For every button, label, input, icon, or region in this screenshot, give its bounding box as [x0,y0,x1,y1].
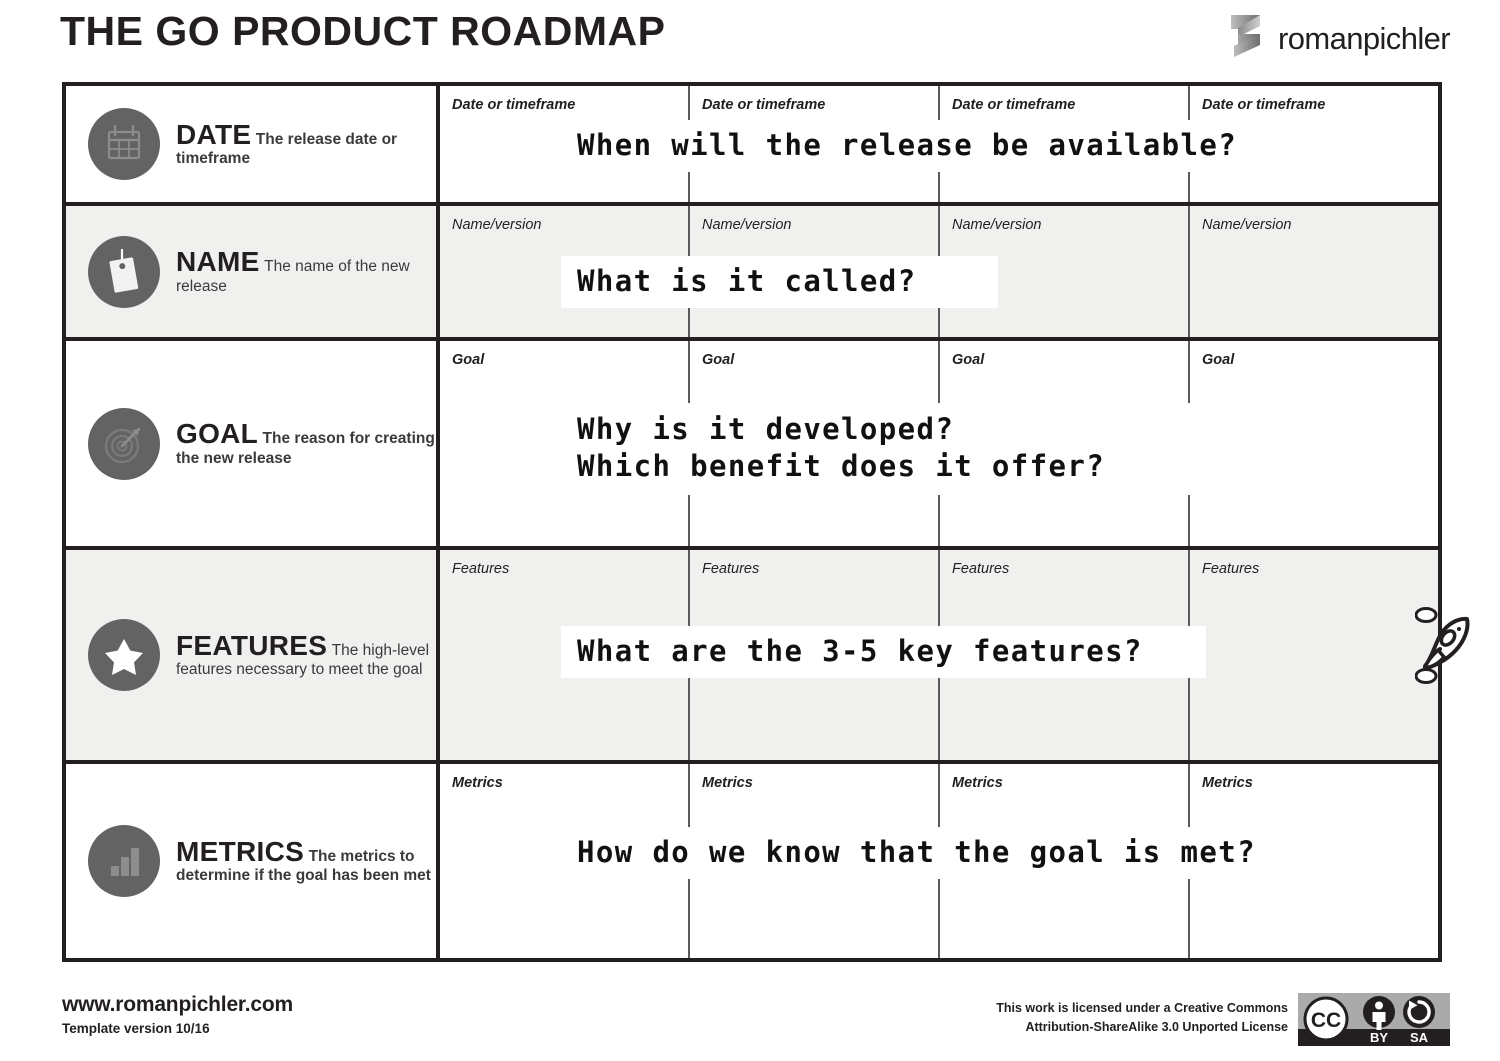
question-line: When will the release be available? [577,127,1238,162]
license-line-2: Attribution-ShareAlike 3.0 Unported Lice… [1025,1020,1288,1035]
page-title: THE GO PRODUCT ROADMAP [60,8,666,54]
rocket-doodle-icon [1414,598,1475,693]
footer-template-version: Template version 10/16 [62,1021,210,1036]
license-text: This work is licensed under a Creative C… [996,999,1288,1038]
row-title-date: DATE [176,118,252,150]
question-overlay-metrics: How do we know that the goal is met? [561,827,1319,879]
cell-placeholder: Goal [952,352,985,368]
cell-placeholder: Date or timeframe [952,97,1076,113]
cell-placeholder: Features [952,561,1010,577]
cell-placeholder: Metrics [1202,775,1253,791]
row-label-goal: GOAL The reason for creating the new rel… [66,341,440,546]
brand-logo: romanpichler [1226,12,1451,65]
question-line: Which benefit does it offer? [577,449,1106,483]
row-title-name: NAME [176,246,260,278]
cell-placeholder: Metrics [702,775,753,791]
row-label-name: NAME The name of the new release [66,206,440,337]
cell-placeholder: Goal [452,352,485,368]
tag-icon [88,235,160,308]
target-icon [88,407,160,480]
footer-website[interactable]: www.romanpichler.com [62,993,293,1017]
creative-commons-badge[interactable]: CC BY SA [1298,993,1450,1046]
cell-placeholder: Goal [1202,352,1235,368]
cell-placeholder: Name/version [702,217,792,233]
row-label-features: FEATURES The high-level features necessa… [66,550,440,760]
cell-placeholder: Features [1202,561,1260,577]
roadmap-poster: THE GO PRODUCT ROADMAP romanpichler DATE… [0,0,1500,1061]
cell-placeholder: Date or timeframe [452,97,576,113]
question-overlay-goal: Why is it developed? Which benefit does … [561,403,1281,495]
cell-placeholder: Metrics [952,775,1003,791]
bar-chart-icon [88,825,160,897]
cell-name-4[interactable]: Name/version [1190,206,1438,337]
row-title-features: FEATURES [176,629,328,661]
svg-text:CC: CC [1311,1009,1341,1032]
cell-placeholder: Name/version [452,217,542,233]
star-icon [88,619,160,691]
question-line: How do we know that the goal is met? [577,834,1256,869]
cell-placeholder: Metrics [452,775,503,791]
cell-placeholder: Goal [702,352,735,368]
question-overlay-name: What is it called? [561,256,998,308]
row-title-metrics: METRICS [176,835,305,867]
zigzag-ribbon-logo-icon [1226,12,1268,65]
question-overlay-date: When will the release be available? [561,120,1340,172]
row-label-metrics: METRICS The metrics to determine if the … [66,764,440,958]
cc-sa-label: SA [1410,1030,1429,1045]
cell-placeholder: Features [452,561,510,577]
cc-by-label: BY [1370,1030,1388,1045]
question-line: What are the 3-5 key features? [577,633,1143,668]
cell-placeholder: Date or timeframe [702,97,826,113]
cell-placeholder: Name/version [952,217,1042,233]
license-line-1: This work is licensed under a Creative C… [996,1001,1288,1015]
row-title-goal: GOAL [176,418,259,450]
row-label-date: DATE The release date or timeframe [66,86,440,202]
calendar-icon [88,108,160,180]
cell-features-4[interactable]: Features [1190,550,1438,760]
cell-placeholder: Name/version [1202,217,1292,233]
question-line: What is it called? [577,263,917,298]
cell-placeholder: Features [702,561,760,577]
cell-placeholder: Date or timeframe [1202,97,1326,113]
brand-name: romanpichler [1278,20,1451,56]
question-overlay-features: What are the 3-5 key features? [561,626,1206,678]
question-line: Why is it developed? [577,412,955,447]
